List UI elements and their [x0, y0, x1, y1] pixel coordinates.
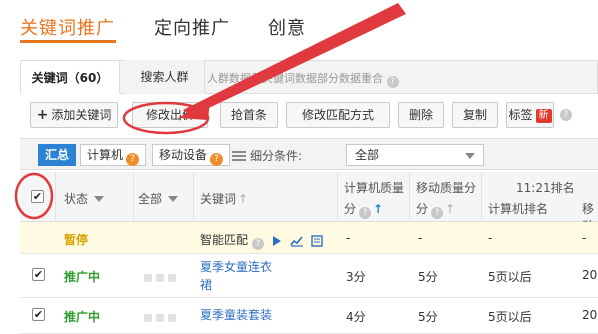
table-header: ✔ 状态 全部 关键词 ↑ 计算机质量 分? ↑ 移动质量分 分? ↑ 11:21排名…	[20, 172, 598, 233]
row-status: 推广中	[64, 270, 101, 284]
placeholder-blocks	[144, 311, 180, 325]
sort-arrow-icon: ↑	[445, 202, 456, 216]
sub-tab-bar: 关键词（60） 搜索人群 人群数据和关键词数据部分数据重合 ?	[20, 60, 598, 94]
row-pc-quality: 4分	[346, 310, 366, 324]
row-keyword-link[interactable]: 夏季童装套装	[200, 306, 272, 324]
row-pc-rank: 5页以后	[488, 270, 532, 284]
help-icon: ?	[126, 153, 140, 166]
header-keyword-label: 关键词	[200, 192, 237, 206]
copy-button[interactable]: 复制	[452, 102, 498, 128]
row-keyword-text: 智能匹配	[200, 233, 249, 247]
row-pc-quality: 3分	[346, 270, 366, 284]
row-keyword-line2: 裙	[200, 278, 213, 292]
summary-tab[interactable]: 汇总	[38, 144, 77, 166]
row-mobile-rank: 20	[582, 268, 598, 282]
segment-label: 细分条件:	[232, 147, 302, 164]
row-keyword: 智能匹配 ?	[200, 231, 324, 250]
mobile-tab[interactable]: 移动设备?	[152, 144, 231, 166]
add-keyword-button[interactable]: + 添加关键词	[30, 102, 118, 128]
row-status: 推广中	[64, 310, 101, 324]
help-icon[interactable]: ?	[386, 76, 399, 88]
header-mobile-quality-l1: 移动质量分	[416, 181, 477, 195]
row-pc-rank: -	[488, 231, 493, 245]
help-icon: ?	[431, 207, 444, 219]
placeholder-blocks	[144, 271, 180, 285]
header-status[interactable]: 状态	[56, 172, 134, 222]
row-keyword-link[interactable]: 夏季女童连衣 裙	[200, 258, 272, 294]
active-tab-underline	[20, 40, 116, 43]
row-mobile-rank: 20	[582, 308, 598, 322]
row-checkbox[interactable]: ✔	[32, 268, 45, 281]
row-pc-rank: 5页以后	[488, 310, 532, 324]
chevron-down-icon	[168, 196, 179, 202]
table-row: ✔ 推广中 夏季童装套装 4分 5分 5页以后 20	[20, 298, 598, 334]
row-mobile-quality: 5分	[418, 270, 438, 284]
table-row: ✔ 推广中 夏季女童连衣 裙 3分 5分 5页以后 20	[20, 254, 598, 298]
table-row: 暂停 智能匹配 ? - - - -	[20, 222, 598, 254]
help-icon: ?	[210, 153, 224, 166]
chart-icon[interactable]	[289, 235, 304, 247]
filter-bar: 汇总 计算机? 移动设备? 细分条件: 全部	[20, 138, 598, 170]
add-keyword-label: 添加关键词	[51, 108, 112, 122]
help-icon[interactable]: ?	[560, 109, 572, 121]
header-keyword[interactable]: 关键词 ↑	[194, 172, 338, 222]
segment-label-text: 细分条件:	[250, 149, 303, 163]
chevron-down-icon	[465, 153, 475, 159]
segment-select-value: 全部	[355, 148, 380, 162]
top-nav: 关键词推广 定向推广 创意	[0, 0, 598, 50]
header-all[interactable]: 全部	[134, 172, 194, 222]
header-rank: 11:21排名 计算机排名 移动	[482, 172, 598, 233]
header-pc-quality[interactable]: 计算机质量 分? ↑	[338, 172, 410, 222]
tag-label: 标签	[508, 108, 533, 122]
computer-tab[interactable]: 计算机?	[80, 144, 147, 166]
tab-keyword-promotion[interactable]: 关键词推广	[20, 14, 115, 40]
sort-arrow-icon: ↑	[238, 192, 249, 206]
row-mobile-quality: -	[418, 231, 423, 245]
row-status: 暂停	[64, 233, 89, 247]
plus-icon: +	[36, 107, 49, 123]
modify-bid-button[interactable]: 修改出价	[132, 102, 208, 128]
header-pc-rank[interactable]: 计算机排名	[488, 200, 548, 217]
modify-match-button[interactable]: 修改匹配方式	[286, 102, 390, 128]
header-pc-quality-l2: 分	[344, 202, 357, 216]
header-status-label: 状态	[64, 192, 89, 206]
sort-up-icon: ↑	[373, 202, 384, 216]
tab-creative[interactable]: 创意	[268, 14, 306, 40]
header-all-label: 全部	[138, 192, 163, 206]
action-toolbar: + 添加关键词 修改出价 抢首条 修改匹配方式 删除 复制 标签新 ?	[20, 102, 598, 128]
subtab-note-text: 人群数据和关键词数据部分数据重合	[207, 72, 383, 85]
new-badge: 新	[535, 109, 552, 123]
help-icon[interactable]: ?	[251, 238, 264, 250]
header-select-all: ✔	[20, 172, 56, 222]
tag-button[interactable]: 标签新	[506, 102, 554, 128]
tab-targeted-promotion[interactable]: 定向推广	[154, 14, 230, 40]
play-icon[interactable]	[272, 235, 282, 247]
header-pc-quality-l1: 计算机质量	[344, 181, 405, 195]
subtab-keywords[interactable]: 关键词（60）	[20, 60, 120, 94]
grab-top-button[interactable]: 抢首条	[220, 102, 278, 128]
document-icon[interactable]	[311, 234, 324, 247]
header-mobile-quality[interactable]: 移动质量分 分? ↑	[410, 172, 482, 222]
subtab-note: 人群数据和关键词数据部分数据重合 ?	[207, 70, 399, 88]
header-mobile-quality-l2: 分	[416, 202, 429, 216]
row-pc-quality: -	[346, 231, 351, 245]
computer-tab-label: 计算机	[87, 148, 124, 162]
subtab-search-crowd[interactable]: 搜索人群	[125, 60, 205, 94]
segment-select[interactable]: 全部	[346, 144, 484, 166]
row-keyword-line1: 夏季女童连衣	[200, 260, 273, 274]
row-mobile-quality: 5分	[418, 310, 438, 324]
delete-button[interactable]: 删除	[398, 102, 444, 128]
header-time-rank: 11:21排名	[516, 181, 575, 195]
row-checkbox[interactable]: ✔	[32, 308, 45, 321]
help-icon: ?	[359, 207, 372, 219]
chevron-down-icon	[94, 196, 105, 202]
filter-icon	[232, 151, 246, 161]
select-all-checkbox[interactable]: ✔	[31, 190, 44, 203]
row-mobile-rank: -	[582, 231, 587, 245]
mobile-tab-label: 移动设备	[159, 148, 208, 162]
